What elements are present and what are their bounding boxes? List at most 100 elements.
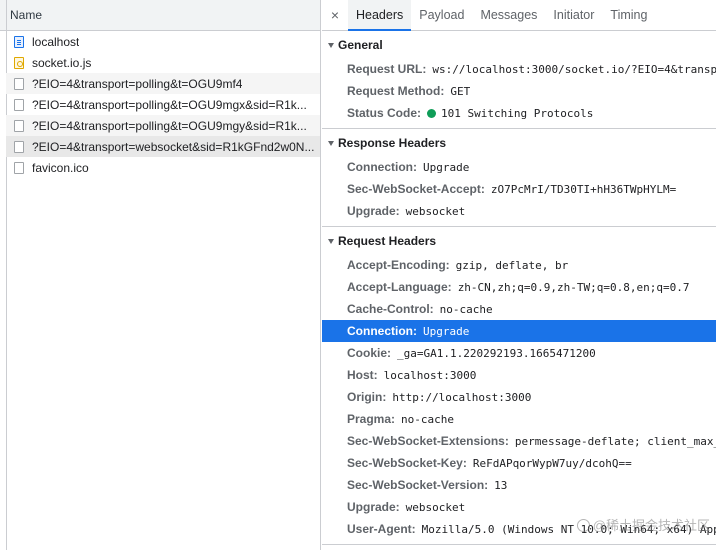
request-row-localhost[interactable]: localhost xyxy=(6,31,320,52)
header-row: Status Code: 101 Switching Protocols xyxy=(322,102,716,124)
status-ok-icon xyxy=(427,108,437,118)
name-column-header[interactable]: Name xyxy=(0,0,320,31)
header-key: Accept-Language: xyxy=(347,280,452,294)
request-headers-toggle[interactable]: Request Headers xyxy=(322,230,716,252)
header-key: Cache-Control: xyxy=(347,302,434,316)
request-row-websocket[interactable]: ?EIO=4&transport=websocket&sid=R1kGFnd2w… xyxy=(6,136,320,157)
header-key: Upgrade: xyxy=(347,204,400,218)
request-row-polling-1[interactable]: ?EIO=4&transport=polling&t=OGU9mf4 xyxy=(6,73,320,94)
header-key: Sec-WebSocket-Key: xyxy=(347,456,467,470)
header-key: Connection: xyxy=(347,324,417,338)
request-list-panel: Name localhost socket.io.js ?EIO=4&trans… xyxy=(0,0,321,550)
header-row: Sec-WebSocket-Extensions: permessage-def… xyxy=(322,430,716,452)
general-section-toggle[interactable]: General xyxy=(322,34,716,56)
request-name: socket.io.js xyxy=(32,55,92,70)
header-row: Cookie: _ga=GA1.1.220292193.1665471200 xyxy=(322,342,716,364)
request-row-favicon[interactable]: favicon.ico xyxy=(6,157,320,178)
triangle-down-icon xyxy=(328,42,334,48)
tab-timing[interactable]: Timing xyxy=(602,0,655,30)
header-value: localhost:3000 xyxy=(383,368,477,382)
request-name: favicon.ico xyxy=(32,160,89,175)
header-value: no-cache xyxy=(401,412,455,426)
header-key: Sec-WebSocket-Version: xyxy=(347,478,489,492)
request-name: ?EIO=4&transport=polling&t=OGU9mf4 xyxy=(32,76,243,91)
document-icon xyxy=(14,35,24,48)
header-row: Upgrade: websocket xyxy=(322,200,716,222)
header-value: websocket xyxy=(405,500,466,514)
section-title: Response Headers xyxy=(338,136,447,150)
file-icon xyxy=(14,161,24,174)
header-value: Upgrade xyxy=(423,160,470,174)
header-value: 101 Switching Protocols xyxy=(441,106,594,120)
section-divider xyxy=(322,544,716,545)
header-key: User-Agent: xyxy=(347,522,416,536)
header-value: websocket xyxy=(405,204,466,218)
tab-initiator[interactable]: Initiator xyxy=(545,0,602,30)
request-name: ?EIO=4&transport=polling&t=OGU9mgx&sid=R… xyxy=(32,97,307,112)
header-key: Status Code: xyxy=(347,106,422,120)
header-key: Host: xyxy=(347,368,378,382)
header-row: Request Method: GET xyxy=(322,80,716,102)
header-key: Accept-Encoding: xyxy=(347,258,450,272)
triangle-down-icon xyxy=(328,140,334,146)
header-value: permessage-deflate; client_max_w xyxy=(514,434,716,448)
watermark-logo-icon xyxy=(576,519,590,532)
header-key: Cookie: xyxy=(347,346,392,360)
triangle-down-icon xyxy=(328,238,334,244)
header-key: Request URL: xyxy=(347,62,427,76)
header-key: Connection: xyxy=(347,160,417,174)
name-column-label: Name xyxy=(10,8,43,22)
header-row: Cache-Control: no-cache xyxy=(322,298,716,320)
header-value: 13 xyxy=(494,478,508,492)
header-key: Request Method: xyxy=(347,84,445,98)
header-row: Sec-WebSocket-Accept: zO7PcMrI/TD30TI+hH… xyxy=(322,178,716,200)
script-file-icon xyxy=(14,56,24,69)
header-value: gzip, deflate, br xyxy=(455,258,569,272)
header-value: zh-CN,zh;q=0.9,zh-TW;q=0.8,en;q=0.7 xyxy=(457,280,690,294)
list-divider xyxy=(6,178,7,550)
header-value: GET xyxy=(450,84,471,98)
tab-payload[interactable]: Payload xyxy=(411,0,472,30)
request-row-socketio[interactable]: socket.io.js xyxy=(6,52,320,73)
tab-headers[interactable]: Headers xyxy=(348,0,412,31)
header-value: http://localhost:3000 xyxy=(392,390,532,404)
header-value: _ga=GA1.1.220292193.1665471200 xyxy=(397,346,596,360)
response-headers-toggle[interactable]: Response Headers xyxy=(322,132,716,154)
tab-messages[interactable]: Messages xyxy=(472,0,545,30)
close-icon[interactable]: × xyxy=(322,0,348,30)
request-name: ?EIO=4&transport=polling&t=OGU9mgy&sid=R… xyxy=(32,118,307,133)
watermark-text: @稀土掘金技术社区 xyxy=(592,518,710,533)
header-key: Origin: xyxy=(347,390,387,404)
header-key: Sec-WebSocket-Accept: xyxy=(347,182,485,196)
header-row: Request URL: ws://localhost:3000/socket.… xyxy=(322,58,716,80)
request-row-polling-3[interactable]: ?EIO=4&transport=polling&t=OGU9mgy&sid=R… xyxy=(6,115,320,136)
request-row-polling-2[interactable]: ?EIO=4&transport=polling&t=OGU9mgx&sid=R… xyxy=(6,94,320,115)
section-divider xyxy=(322,128,716,129)
section-title: General xyxy=(338,38,383,52)
header-row: Sec-WebSocket-Version: 13 xyxy=(322,474,716,496)
header-key: Sec-WebSocket-Extensions: xyxy=(347,434,509,448)
request-detail-panel: × Headers Payload Messages Initiator Tim… xyxy=(322,0,716,550)
header-row: Connection: Upgrade xyxy=(322,156,716,178)
file-icon xyxy=(14,119,24,132)
header-row: Accept-Encoding: gzip, deflate, br xyxy=(322,254,716,276)
section-divider xyxy=(322,226,716,227)
header-row-selected[interactable]: Connection: Upgrade xyxy=(322,320,716,342)
header-value: Upgrade xyxy=(423,324,470,338)
request-name: localhost xyxy=(32,34,80,49)
file-icon xyxy=(14,77,24,90)
header-value: ws://localhost:3000/socket.io/?EIO=4&tra… xyxy=(432,62,716,76)
section-title: Request Headers xyxy=(338,234,437,248)
header-value: ReFdAPqorWypW7uy/dcohQ== xyxy=(472,456,632,470)
header-row: Sec-WebSocket-Key: ReFdAPqorWypW7uy/dcoh… xyxy=(322,452,716,474)
header-key: Pragma: xyxy=(347,412,396,426)
request-name: ?EIO=4&transport=websocket&sid=R1kGFnd2w… xyxy=(32,139,315,154)
file-icon xyxy=(14,140,24,153)
header-row: Origin: http://localhost:3000 xyxy=(322,386,716,408)
header-value: no-cache xyxy=(439,302,493,316)
header-row: Pragma: no-cache xyxy=(322,408,716,430)
detail-tab-bar: × Headers Payload Messages Initiator Tim… xyxy=(322,0,716,31)
header-row: Host: localhost:3000 xyxy=(322,364,716,386)
header-row: Accept-Language: zh-CN,zh;q=0.9,zh-TW;q=… xyxy=(322,276,716,298)
watermark: @稀土掘金技术社区 xyxy=(576,515,710,534)
